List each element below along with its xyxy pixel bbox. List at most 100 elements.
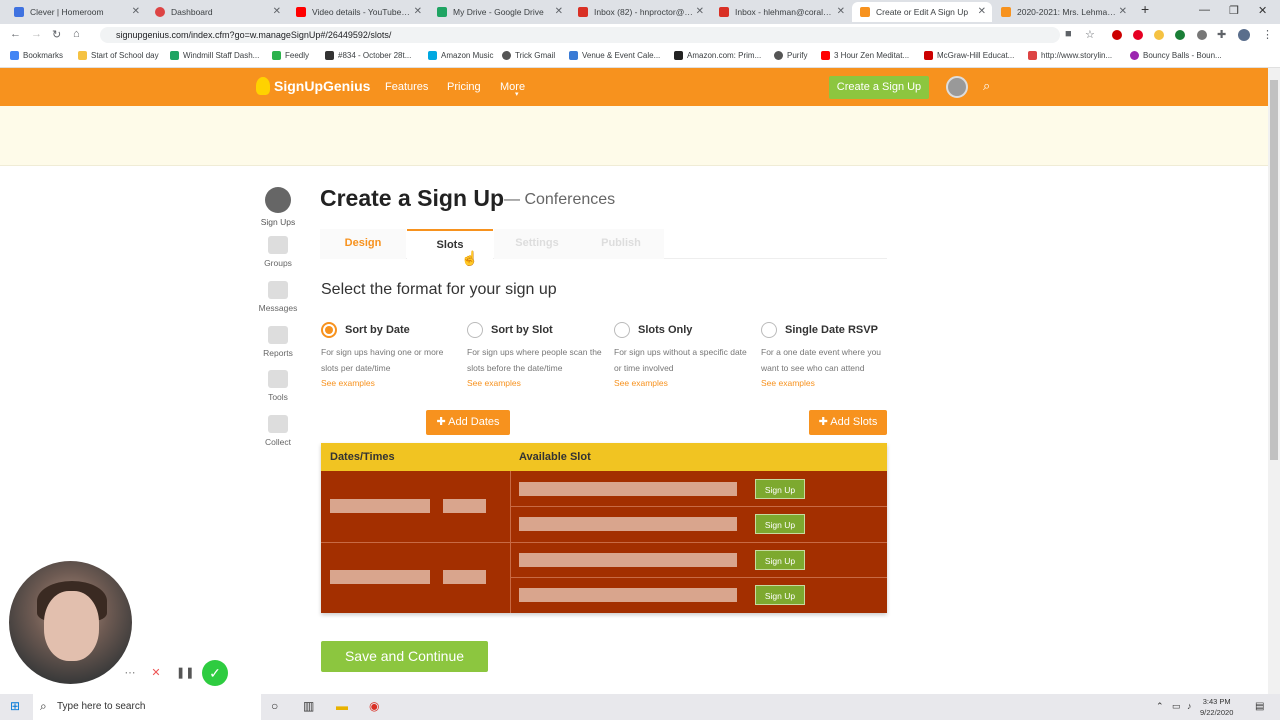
create-signup-button[interactable]: Create a Sign Up bbox=[829, 76, 929, 99]
radio-button[interactable] bbox=[761, 322, 777, 338]
save-continue-button[interactable]: Save and Continue bbox=[321, 641, 488, 672]
browser-tab[interactable]: 2020-2021: Mrs. Lehman an ✕ bbox=[993, 2, 1133, 22]
reload-icon[interactable]: ↻ bbox=[52, 28, 61, 41]
restore-icon[interactable]: ❐ bbox=[1229, 4, 1239, 17]
windows-start-icon[interactable]: ⊞ bbox=[10, 699, 20, 713]
nav-more[interactable]: More bbox=[500, 81, 525, 93]
radio-button[interactable] bbox=[467, 322, 483, 338]
chrome-icon[interactable]: ◉ bbox=[369, 699, 379, 713]
page-icon bbox=[1028, 51, 1037, 60]
new-tab-icon[interactable]: + bbox=[1141, 1, 1149, 17]
notification-icon[interactable]: ▤ bbox=[1255, 701, 1264, 712]
bookmark-item[interactable]: McGraw-Hill Educat... bbox=[924, 51, 1014, 60]
extension-icon[interactable] bbox=[1175, 30, 1185, 40]
close-icon[interactable]: ✕ bbox=[414, 6, 422, 17]
puzzle-icon[interactable]: ✚ bbox=[1217, 28, 1226, 41]
close-icon[interactable]: ✕ bbox=[978, 6, 986, 17]
radio-button[interactable] bbox=[321, 322, 337, 338]
see-examples-link[interactable]: See examples bbox=[467, 378, 521, 388]
browser-tab[interactable]: Inbox - hlehman@coralaca ✕ bbox=[711, 2, 851, 22]
taskbar-search[interactable]: Type here to search bbox=[33, 694, 261, 720]
bookmark-item[interactable]: Venue & Event Cale... bbox=[569, 51, 660, 60]
nav-pricing[interactable]: Pricing bbox=[447, 81, 481, 93]
profile-avatar[interactable] bbox=[1238, 29, 1250, 41]
radio-button[interactable] bbox=[614, 322, 630, 338]
close-icon[interactable]: ✕ bbox=[1119, 6, 1127, 17]
bookmark-star-icon[interactable]: ☆ bbox=[1085, 28, 1095, 41]
close-icon[interactable]: ✕ bbox=[837, 6, 845, 17]
close-icon[interactable]: ✕ bbox=[696, 6, 704, 17]
bookmark-item[interactable]: Feedly bbox=[272, 51, 309, 60]
sidenav-groups[interactable]: Groups bbox=[257, 236, 299, 268]
camera-icon[interactable]: ■ bbox=[1065, 28, 1072, 40]
sidenav-reports[interactable]: Reports bbox=[257, 326, 299, 358]
extension-icon[interactable] bbox=[1154, 30, 1164, 40]
browser-tab[interactable]: Video details - YouTube Stu ✕ bbox=[288, 2, 428, 22]
signup-button[interactable]: Sign Up bbox=[755, 585, 805, 605]
see-examples-link[interactable]: See examples bbox=[321, 378, 375, 388]
browser-tab[interactable]: My Drive - Google Drive ✕ bbox=[429, 2, 569, 22]
file-explorer-icon[interactable]: ▬ bbox=[336, 699, 348, 713]
signup-button[interactable]: Sign Up bbox=[755, 479, 805, 499]
close-icon[interactable]: ✕ bbox=[273, 6, 281, 17]
bookmark-item[interactable]: Bouncy Balls - Boun... bbox=[1130, 51, 1222, 60]
close-icon[interactable]: ✕ bbox=[132, 6, 140, 17]
tab-slots[interactable]: Slots bbox=[407, 229, 493, 259]
menu-icon[interactable]: ⋮ bbox=[1262, 28, 1273, 41]
bookmark-item[interactable]: Amazon Music bbox=[428, 51, 493, 60]
extension-icon[interactable] bbox=[1112, 30, 1122, 40]
finish-recording-icon[interactable]: ✓ bbox=[202, 660, 228, 686]
taskbar-clock[interactable]: 3:43 PM 9/22/2020 bbox=[1200, 696, 1233, 718]
pinterest-icon[interactable] bbox=[1133, 30, 1143, 40]
more-icon[interactable]: ⋯ bbox=[121, 664, 139, 682]
bookmark-item[interactable]: Bookmarks bbox=[10, 51, 63, 60]
sidenav-tools[interactable]: Tools bbox=[257, 370, 299, 402]
cancel-recording-icon[interactable]: ✕ bbox=[147, 664, 165, 682]
browser-tab[interactable]: Clever | Homeroom ✕ bbox=[6, 2, 146, 22]
forward-icon[interactable]: → bbox=[31, 28, 42, 40]
tray-chevron-icon[interactable]: ⌃ bbox=[1156, 701, 1164, 712]
add-dates-button[interactable]: ✚ Add Dates bbox=[426, 410, 510, 435]
add-slots-button[interactable]: ✚ Add Slots bbox=[809, 410, 887, 435]
browser-tab[interactable]: Dashboard ✕ bbox=[147, 2, 287, 22]
nav-features[interactable]: Features bbox=[385, 81, 428, 93]
browser-tab[interactable]: Inbox (82) - hnproctor@gm ✕ bbox=[570, 2, 710, 22]
network-icon[interactable]: ▭ bbox=[1172, 701, 1181, 712]
bookmark-item[interactable]: http://www.storylin... bbox=[1028, 51, 1112, 60]
user-avatar[interactable] bbox=[946, 76, 968, 98]
bookmark-item[interactable]: Amazon.com: Prim... bbox=[674, 51, 761, 60]
close-icon[interactable]: ✕ bbox=[555, 6, 563, 17]
home-icon[interactable]: ⌂ bbox=[73, 28, 80, 40]
window-close-icon[interactable]: ✕ bbox=[1258, 4, 1267, 17]
bookmark-item[interactable]: Start of School day bbox=[78, 51, 159, 60]
cortana-icon[interactable]: ○ bbox=[271, 699, 278, 713]
sidenav-collect[interactable]: Collect bbox=[257, 415, 299, 447]
site-logo[interactable]: SignUpGenius bbox=[256, 77, 370, 95]
tab-design[interactable]: Design bbox=[320, 229, 406, 259]
bookmark-item[interactable]: Purify bbox=[774, 51, 807, 60]
url-input[interactable]: signupgenius.com/index.cfm?go=w.manageSi… bbox=[100, 27, 1060, 43]
tab-publish[interactable]: Publish bbox=[578, 229, 664, 259]
sidenav-messages[interactable]: Messages bbox=[257, 281, 299, 313]
volume-icon[interactable]: ♪ bbox=[1187, 701, 1192, 711]
slot-preview-table: Dates/Times Available Slot Sign Up Sign … bbox=[321, 443, 887, 613]
signup-button[interactable]: Sign Up bbox=[755, 550, 805, 570]
scroll-thumb[interactable] bbox=[1270, 80, 1278, 460]
sidenav-signups[interactable]: Sign Ups bbox=[257, 187, 299, 227]
bookmark-item[interactable]: #834 - October 28t... bbox=[325, 51, 411, 60]
back-icon[interactable]: ← bbox=[10, 28, 21, 40]
see-examples-link[interactable]: See examples bbox=[614, 378, 668, 388]
page-scrollbar[interactable] bbox=[1268, 68, 1280, 694]
extension-icon[interactable] bbox=[1197, 30, 1207, 40]
pause-icon[interactable]: ❚❚ bbox=[176, 664, 194, 682]
bookmark-item[interactable]: Trick Gmail bbox=[502, 51, 555, 60]
minimize-icon[interactable]: — bbox=[1199, 4, 1210, 16]
bookmark-item[interactable]: 3 Hour Zen Meditat... bbox=[821, 51, 909, 60]
browser-tab-active[interactable]: Create or Edit A Sign Up ✕ bbox=[852, 2, 992, 22]
see-examples-link[interactable]: See examples bbox=[761, 378, 815, 388]
search-icon[interactable]: ⌕ bbox=[983, 78, 990, 94]
tab-settings[interactable]: Settings bbox=[494, 229, 580, 259]
signup-button[interactable]: Sign Up bbox=[755, 514, 805, 534]
bookmark-item[interactable]: Windmill Staff Dash... bbox=[170, 51, 259, 60]
task-view-icon[interactable]: ▥ bbox=[303, 699, 314, 713]
